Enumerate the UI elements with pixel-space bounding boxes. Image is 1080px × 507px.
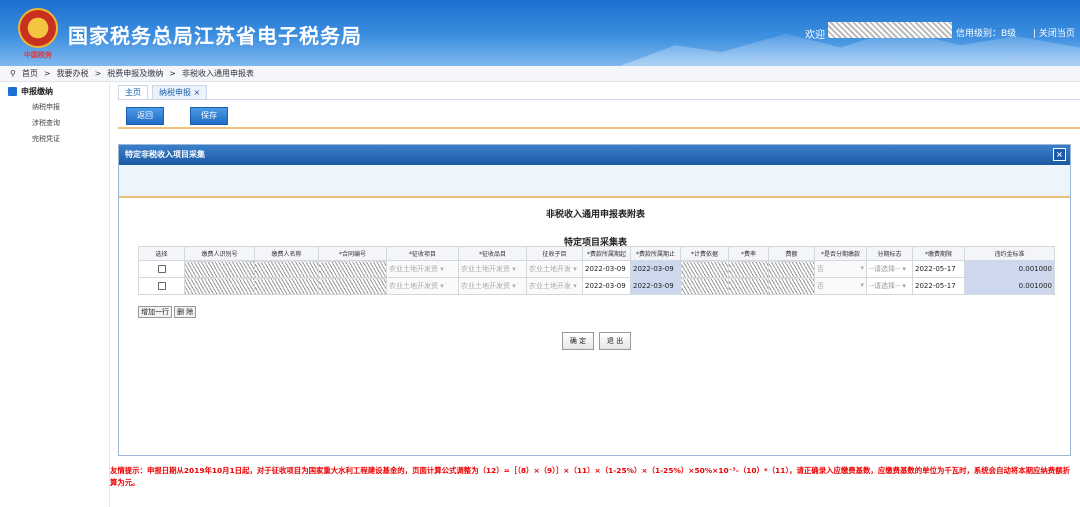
breadcrumb-sep: > [169, 69, 176, 78]
col-header: *费款所属期止 [630, 246, 681, 261]
sidebar-section-label: 申报缴纳 [21, 86, 53, 96]
col-header: *合同编号 [318, 246, 387, 261]
penalty-rate: 0.001000 [964, 260, 1055, 278]
col-header: *费款所属期起 [582, 246, 631, 261]
tax-emblem-icon [18, 8, 58, 48]
special-item-dialog: 特定非税收入项目采集 × 非税收入通用申报表附表 特定项目采集表 选择 缴费人识… [118, 144, 1071, 456]
period-end-field[interactable]: 2022-03-09 [630, 277, 681, 295]
friendly-notice: 友情提示：申报日期从2019年10月1日起，对于征收项目为国家重大水利工程建设基… [110, 466, 1070, 487]
col-header: *征收项目 [386, 246, 459, 261]
confirm-button[interactable]: 确 定 [562, 332, 594, 350]
levy-category-select[interactable]: 农业土地开发资 ▾ [458, 260, 527, 278]
period-start-field[interactable]: 2022-03-09 [582, 260, 631, 278]
row-actions: 增加一行 删 除 [138, 306, 197, 318]
special-item-table: 选择 缴费人识别号 缴费人名称 *合同编号 *征收项目 *征收品目 征收子目 *… [138, 246, 1055, 295]
levy-subitem-select[interactable]: 农业土地开发 ▾ [526, 277, 583, 295]
sidebar-item-declare[interactable]: 纳税申报 [0, 99, 109, 115]
col-header: *费率 [728, 246, 769, 261]
site-title: 国家税务总局江苏省电子税务局 [68, 24, 362, 48]
col-header: *征收品目 [458, 246, 527, 261]
breadcrumb: ⚲ 首页 > 我要办税 > 税费申报及缴纳 > 非税收入通用申报表 [0, 66, 1080, 82]
installment-select[interactable]: 否 ▾ [814, 260, 867, 278]
close-page-link[interactable]: | 关闭当页 [1033, 26, 1075, 39]
col-header: 缴费人识别号 [184, 246, 255, 261]
levy-item-select[interactable]: 农业土地开发资 ▾ [386, 260, 459, 278]
masked-fee-rate [728, 277, 769, 295]
masked-user-name [828, 22, 952, 38]
table-header-row: 选择 缴费人识别号 缴费人名称 *合同编号 *征收项目 *征收品目 征收子目 *… [138, 246, 1055, 261]
table-row: 农业土地开发资 ▾ 农业土地开发资 ▾ 农业土地开发 ▾ 2022-03-09 … [138, 277, 1055, 295]
table-row: 农业土地开发资 ▾ 农业土地开发资 ▾ 农业土地开发 ▾ 2022-03-09 … [138, 260, 1055, 278]
masked-fee-amount [768, 260, 815, 278]
penalty-rate: 0.001000 [964, 277, 1055, 295]
masked-taxpayer-name [254, 260, 319, 278]
levy-category-select[interactable]: 农业土地开发资 ▾ [458, 277, 527, 295]
add-row-button[interactable]: 增加一行 [138, 306, 172, 318]
header-banner: 中国税务 国家税务总局江苏省电子税务局 欢迎 信用级别：B级 | 关闭当页 [0, 0, 1080, 66]
tab-tax-declare[interactable]: 纳税申报 × [152, 85, 208, 99]
back-button[interactable]: 返回 [126, 107, 164, 125]
tab-bar: 主页 纳税申报 × [118, 85, 1080, 100]
masked-taxpayer-name [254, 277, 319, 295]
period-end-field[interactable]: 2022-03-09 [630, 260, 681, 278]
levy-subitem-select[interactable]: 农业土地开发 ▾ [526, 260, 583, 278]
masked-contract-no [318, 260, 387, 278]
col-header: 征收子目 [526, 246, 583, 261]
breadcrumb-declare[interactable]: 税费申报及缴纳 [107, 68, 163, 79]
breadcrumb-sep: > [43, 69, 51, 78]
emblem-caption: 中国税务 [24, 51, 52, 59]
col-header: 缴费人名称 [254, 246, 319, 261]
dialog-title: 特定非税收入项目采集 [125, 150, 205, 159]
delete-row-button[interactable]: 删 除 [174, 306, 197, 318]
deadline-field[interactable]: 2022-05-17 [912, 260, 965, 278]
masked-fee-basis[interactable] [680, 260, 729, 278]
sidebar-item-certificate[interactable]: 完税凭证 [0, 131, 109, 147]
dialog-title-bar: 特定非税收入项目采集 × [119, 145, 1070, 165]
masked-taxpayer-id [184, 277, 255, 295]
sidebar-item-query[interactable]: 涉税查询 [0, 115, 109, 131]
sidebar-section[interactable]: 申报缴纳 [0, 83, 109, 99]
sidebar: 申报缴纳 纳税申报 涉税查询 完税凭证 [0, 83, 110, 507]
col-header: *计费依据 [680, 246, 729, 261]
breadcrumb-home[interactable]: 首页 [22, 68, 38, 79]
masked-taxpayer-id [184, 260, 255, 278]
masked-fee-basis[interactable] [680, 277, 729, 295]
row-checkbox[interactable] [157, 265, 166, 273]
col-header: *缴费期限 [912, 246, 965, 261]
breadcrumb-sep: > [94, 69, 102, 78]
exit-button[interactable]: 退 出 [599, 332, 631, 350]
row-select-cell [138, 260, 185, 278]
breadcrumb-current: 非税收入通用申报表 [181, 69, 254, 78]
period-start-field[interactable]: 2022-03-09 [582, 277, 631, 295]
col-header: *是否分期缴款 [814, 246, 867, 261]
tab-home[interactable]: 主页 [118, 85, 148, 99]
form-title: 非税收入通用申报表附表 [545, 210, 645, 220]
col-header: 违约金标准 [964, 246, 1055, 261]
location-pin-icon: ⚲ [10, 69, 16, 78]
credit-level: 信用级别：B级 [956, 29, 1017, 39]
levy-item-select[interactable]: 农业土地开发资 ▾ [386, 277, 459, 295]
row-select-cell [138, 277, 185, 295]
save-button[interactable]: 保存 [190, 107, 228, 125]
welcome-text: 欢迎 [805, 30, 825, 41]
col-header: 选择 [138, 246, 185, 261]
row-checkbox[interactable] [157, 282, 166, 290]
installment-flag-select[interactable]: --请选择-- ▾ [866, 277, 913, 295]
masked-contract-no [318, 277, 387, 295]
breadcrumb-tax[interactable]: 我要办税 [57, 68, 89, 79]
col-header: 分期标志 [866, 246, 913, 261]
installment-select[interactable]: 否 ▾ [814, 277, 867, 295]
masked-fee-amount [768, 277, 815, 295]
deadline-field[interactable]: 2022-05-17 [912, 277, 965, 295]
menu-grid-icon [8, 86, 17, 96]
installment-flag-select[interactable]: --请选择-- ▾ [866, 260, 913, 278]
toolbar: 返回 保存 [118, 101, 1080, 129]
col-header: 费额 [768, 246, 815, 261]
masked-fee-rate [728, 260, 769, 278]
dialog-header-strip [119, 165, 1070, 198]
close-icon[interactable]: × [1053, 148, 1066, 161]
